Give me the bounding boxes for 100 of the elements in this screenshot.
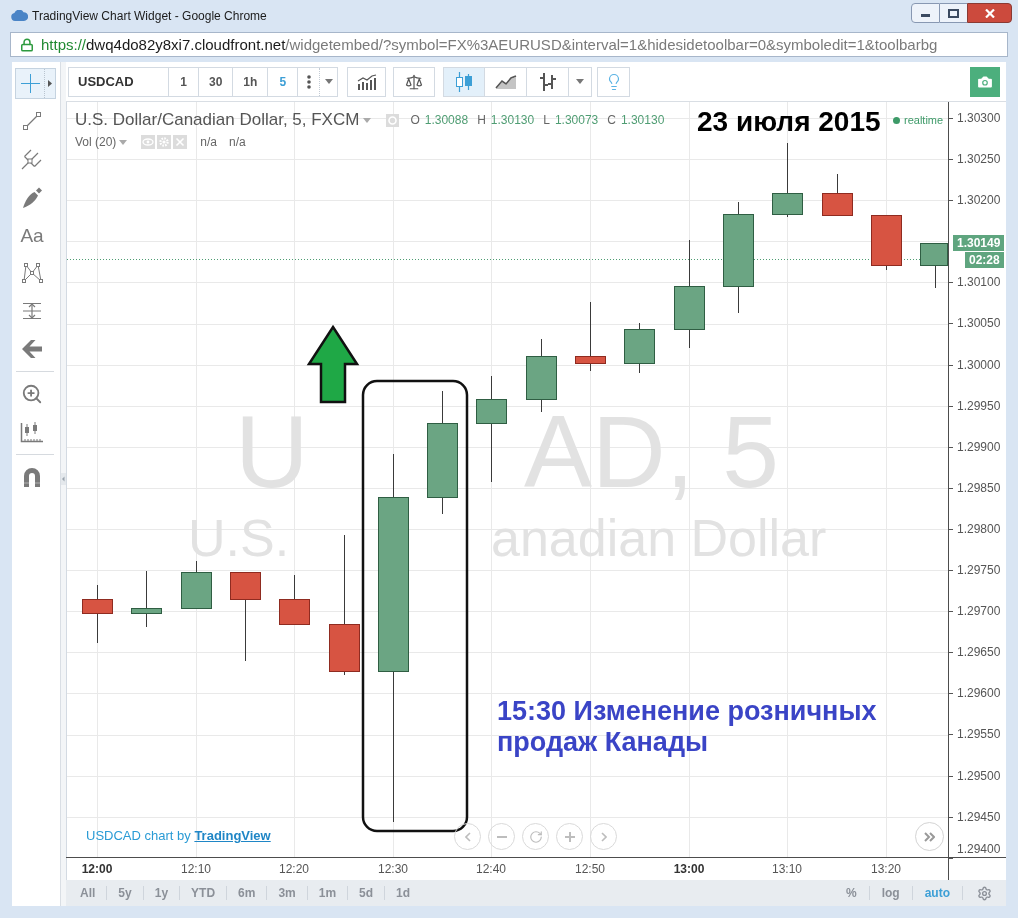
range-button[interactable]: 6m	[227, 884, 267, 902]
bar-chart-icon	[356, 73, 377, 90]
scale-option-button[interactable]: log	[869, 884, 912, 902]
crosshair-icon	[20, 74, 40, 93]
vertical-dots-icon	[306, 74, 311, 89]
caret-down-icon	[576, 79, 585, 84]
time-label: 12:40	[476, 862, 506, 876]
collapse-handle-icon[interactable]	[61, 473, 66, 485]
price-label: 1.29550	[957, 727, 1001, 741]
news-annotation: 15:30 Изменение розничных продаж Канады	[497, 696, 878, 758]
range-button[interactable]: 1y	[143, 884, 180, 902]
price-label: 1.30050	[957, 316, 1001, 330]
candlestick	[822, 173, 853, 216]
scale-option-button[interactable]: %	[834, 884, 869, 902]
range-button[interactable]: 5d	[348, 884, 385, 902]
ohlc-value: 1.30130	[620, 112, 665, 129]
range-button[interactable]: 1m	[307, 884, 348, 902]
minimize-icon	[921, 14, 930, 17]
area-chart-icon	[494, 74, 517, 89]
price-label: 1.29800	[957, 522, 1001, 536]
price-label: 1.29450	[957, 810, 1001, 824]
candlestick	[181, 560, 212, 609]
symbol-input[interactable]: USDCAD	[69, 67, 168, 96]
candlestick	[131, 570, 162, 628]
chevron-right-icon	[600, 831, 607, 842]
caret-down-icon	[363, 117, 372, 123]
price-label: 1.29700	[957, 604, 1001, 618]
brush-icon	[22, 186, 42, 208]
chevron-left-icon	[464, 831, 471, 842]
date-annotation: 23 июля 2015	[697, 107, 881, 137]
indicators-button[interactable]	[347, 66, 387, 97]
minimize-button[interactable]	[911, 3, 940, 23]
interval-button[interactable]: 1	[168, 67, 198, 96]
measure-icon	[22, 301, 42, 321]
ohlc-label: H	[477, 112, 486, 129]
candlestick-icon	[455, 71, 474, 92]
compare-button[interactable]	[393, 66, 436, 97]
interval-button[interactable]: 5	[267, 67, 298, 96]
time-label: 12:50	[575, 862, 605, 876]
maximize-button[interactable]	[940, 3, 967, 23]
last-price-label: 1.30149	[953, 235, 1005, 251]
price-label: 1.29900	[957, 440, 1001, 454]
ohlc-label: L	[543, 112, 550, 129]
scale-option-button[interactable]: auto	[912, 884, 962, 902]
price-label: 1.29600	[957, 686, 1001, 700]
snapshot-button[interactable]	[970, 66, 1000, 97]
status-text: realtime	[904, 113, 944, 127]
close-button[interactable]	[967, 3, 1012, 23]
range-button[interactable]: 1d	[385, 884, 422, 902]
price-label: 1.29750	[957, 563, 1001, 577]
status-dot-icon	[893, 116, 900, 124]
price-label: 1.29650	[957, 645, 1001, 659]
plus-icon	[564, 831, 575, 842]
price-label: 1.29500	[957, 769, 1001, 783]
arrow-left-icon	[22, 340, 42, 358]
price-label: 1.30200	[957, 193, 1001, 207]
price-label: 1.29850	[957, 481, 1001, 495]
candlestick	[82, 584, 113, 644]
drawing-tool-button[interactable]	[15, 68, 56, 99]
url-text: https://dwq4do82y8xi7.cloudfront.net/widgetembed/?symbol=FX%3AEURUSD&interval=1&hidesidetoolbar=0&symboledit=1&toolbarbg	[41, 37, 938, 52]
price-label: 1.30100	[957, 275, 1001, 289]
volume-value: n/a	[200, 134, 218, 151]
candlestick	[920, 242, 948, 289]
price-label: 1.29400	[957, 842, 1001, 856]
volume-title[interactable]: Vol (20)	[75, 133, 117, 151]
legend-title[interactable]: U.S. Dollar/Canadian Dollar, 5, FXCM	[75, 110, 360, 130]
dropdown-triangle-icon	[48, 80, 52, 87]
minus-icon	[496, 835, 507, 838]
time-label: 12:30	[378, 862, 408, 876]
ruler-icon	[20, 421, 44, 443]
range-button[interactable]: All	[69, 884, 107, 902]
attribution-text: USDCAD chart by TradingView	[86, 828, 271, 844]
settings-icon[interactable]	[977, 885, 992, 901]
rotate-icon	[528, 829, 543, 844]
caret-down-icon	[119, 139, 128, 145]
time-label: 12:00	[81, 862, 113, 876]
ohlc-value: 1.30088	[424, 112, 469, 129]
time-label: 13:20	[871, 862, 901, 876]
range-button[interactable]: 5y	[107, 884, 143, 902]
ohlc-value: 1.30073	[554, 112, 599, 129]
range-button[interactable]: YTD	[180, 884, 227, 902]
price-label: 1.30000	[957, 358, 1001, 372]
time-label: 12:10	[181, 862, 211, 876]
volume-value: n/a	[229, 134, 246, 151]
candlestick	[624, 322, 655, 374]
address-bar[interactable]: https://dwq4do82y8xi7.cloudfront.net/widgetembed/?symbol=FX%3AEURUSD&interval=1&hidesidetoolbar=0&symboledit=1&toolbarbg	[10, 32, 1008, 57]
time-label: 13:10	[772, 862, 802, 876]
lock-icon	[20, 37, 34, 52]
candlestick	[279, 574, 310, 625]
tradingview-link[interactable]: TradingView	[194, 828, 271, 843]
interval-button[interactable]: 1h	[232, 67, 268, 96]
trend-line-icon	[22, 111, 42, 131]
drawing-tool-button[interactable]: Aa	[15, 216, 49, 254]
range-button[interactable]: 3m	[267, 884, 307, 902]
pattern-icon	[21, 262, 43, 284]
pitchfork-icon	[21, 148, 43, 170]
ohlc-bars-icon	[538, 71, 557, 92]
interval-button[interactable]: 30	[198, 67, 233, 96]
close-icon	[984, 8, 995, 18]
ohlc-value: 1.30130	[490, 112, 535, 129]
